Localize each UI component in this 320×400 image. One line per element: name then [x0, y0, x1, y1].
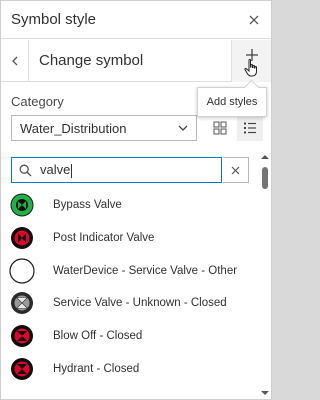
symbol-label: Blow Off - Closed — [53, 330, 143, 343]
hydrant-icon — [1, 357, 43, 381]
panel-header: Symbol style — [1, 1, 271, 39]
service-valve-other-icon — [1, 258, 43, 284]
list-item[interactable]: Service Valve - Unknown - Closed — [1, 287, 259, 320]
symbol-label: WaterDevice - Service Valve - Other — [53, 264, 238, 277]
add-styles-tooltip: Add styles — [197, 87, 267, 117]
add-styles-button[interactable] — [231, 39, 271, 82]
grid-icon — [213, 121, 227, 135]
hand-cursor-icon — [244, 58, 257, 76]
subheader-title: Change symbol — [39, 52, 144, 69]
chevron-left-icon — [11, 56, 17, 65]
symbol-label: Bypass Valve — [53, 199, 122, 212]
list-item[interactable]: Hydrant - Closed — [1, 352, 259, 385]
subheader: Change symbol — [1, 39, 271, 82]
list-item[interactable]: WaterDevice - Service Valve - Other — [1, 254, 259, 287]
search-input[interactable]: valve — [38, 162, 73, 178]
grid-view-button[interactable] — [207, 115, 233, 141]
scroll-down-icon[interactable] — [261, 389, 269, 397]
close-button[interactable] — [237, 1, 271, 39]
symbol-style-panel: Symbol style Change symbol Add styles Ca… — [0, 0, 272, 400]
panel-title: Symbol style — [11, 11, 97, 28]
search-field[interactable]: valve — [11, 157, 222, 183]
back-button[interactable] — [1, 39, 29, 82]
symbol-label: Hydrant - Closed — [53, 362, 140, 375]
scrollbar[interactable] — [259, 153, 271, 399]
symbol-label: Post Indicator Valve — [53, 232, 155, 245]
clear-search-button[interactable] — [223, 157, 249, 183]
close-icon — [231, 166, 240, 174]
blow-off-icon — [1, 324, 43, 348]
category-selected-value: Water_Distribution — [20, 120, 127, 136]
list-item[interactable]: Blow Off - Closed — [1, 320, 259, 353]
symbol-label: Service Valve - Unknown - Closed — [53, 297, 227, 310]
chevron-down-icon — [178, 125, 188, 131]
list-item[interactable]: Post Indicator Valve — [1, 222, 259, 255]
tooltip-text: Add styles — [206, 96, 258, 108]
service-valve-unknown-icon — [1, 291, 43, 315]
category-select[interactable]: Water_Distribution — [11, 115, 197, 141]
close-icon — [249, 15, 259, 24]
bypass-valve-icon — [1, 193, 43, 217]
list-icon — [244, 122, 256, 134]
category-label: Category — [11, 94, 64, 109]
post-indicator-valve-icon — [1, 226, 43, 250]
scroll-thumb[interactable] — [262, 167, 268, 189]
list-view-button[interactable] — [237, 115, 263, 141]
scroll-up-icon[interactable] — [261, 153, 269, 161]
search-icon — [12, 158, 38, 182]
list-item[interactable]: Bypass Valve — [1, 189, 259, 222]
symbol-list: Bypass Valve Post Indicator Valve WaterD… — [1, 189, 259, 399]
